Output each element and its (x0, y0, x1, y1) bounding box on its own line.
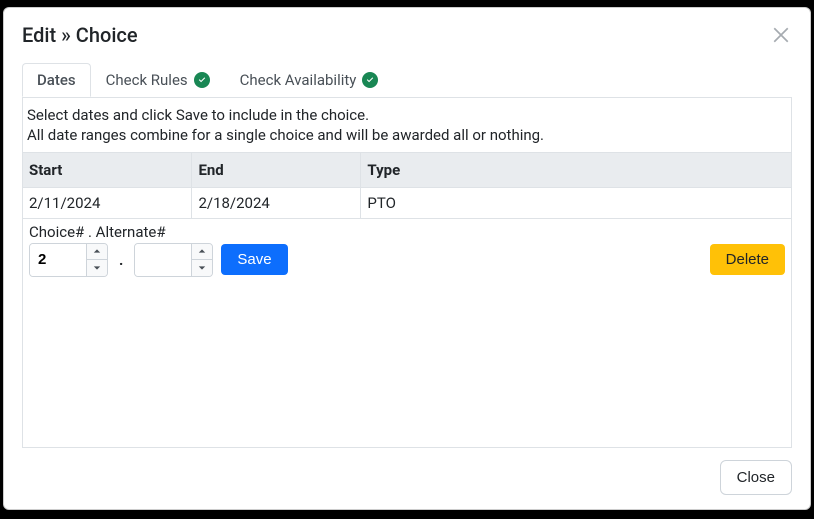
tab-dates[interactable]: Dates (22, 63, 91, 97)
chevron-up-icon (93, 247, 101, 255)
cell-end: 2/18/2024 (192, 187, 361, 218)
choice-alternate-label: Choice# . Alternate# (23, 219, 791, 243)
tab-dates-label: Dates (37, 73, 76, 88)
tab-bar: Dates Check Rules Check Availability (22, 63, 792, 98)
check-circle-icon (362, 72, 378, 88)
col-header-end: End (192, 152, 361, 187)
save-button[interactable]: Save (221, 244, 287, 275)
cell-type: PTO (361, 187, 791, 218)
dates-panel: Select dates and click Save to include i… (22, 97, 792, 448)
modal-header: Edit » Choice (4, 8, 810, 52)
col-header-start: Start (23, 152, 192, 187)
close-icon (772, 26, 790, 44)
tab-check-rules[interactable]: Check Rules (91, 63, 225, 97)
modal-footer: Close (4, 448, 810, 509)
close-button[interactable]: Close (720, 460, 792, 495)
cell-start: 2/11/2024 (23, 187, 192, 218)
choice-number-stepper[interactable] (29, 243, 108, 277)
help-text: Select dates and click Save to include i… (23, 101, 791, 148)
controls-row: . Save Delete (23, 243, 791, 277)
chevron-down-icon (93, 264, 101, 272)
tab-check-availability[interactable]: Check Availability (225, 63, 394, 97)
modal-title: Edit » Choice (22, 23, 138, 47)
table-row[interactable]: 2/11/2024 2/18/2024 PTO (23, 187, 791, 218)
delete-button[interactable]: Delete (710, 244, 785, 275)
close-icon-button[interactable] (768, 22, 794, 48)
modal-body: Dates Check Rules Check Availability Sel… (4, 52, 810, 448)
date-ranges-table: Start End Type 2/11/2024 2/18/2024 PTO (23, 152, 791, 219)
alternate-number-stepper[interactable] (134, 243, 213, 277)
separator-dot: . (116, 251, 126, 269)
choice-number-down[interactable] (87, 260, 107, 276)
tab-check-availability-label: Check Availability (240, 73, 357, 88)
edit-choice-modal: Edit » Choice Dates Check Rules Check Av… (3, 7, 811, 510)
help-line-1: Select dates and click Save to include i… (27, 105, 783, 125)
alternate-number-input[interactable] (135, 244, 191, 276)
check-circle-icon (194, 72, 210, 88)
tab-check-rules-label: Check Rules (106, 73, 188, 88)
choice-number-input[interactable] (30, 244, 86, 276)
help-line-2: All date ranges combine for a single cho… (27, 125, 783, 145)
chevron-down-icon (198, 264, 206, 272)
chevron-up-icon (198, 247, 206, 255)
alternate-number-down[interactable] (192, 260, 212, 276)
col-header-type: Type (361, 152, 791, 187)
choice-number-up[interactable] (87, 244, 107, 260)
alternate-number-up[interactable] (192, 244, 212, 260)
